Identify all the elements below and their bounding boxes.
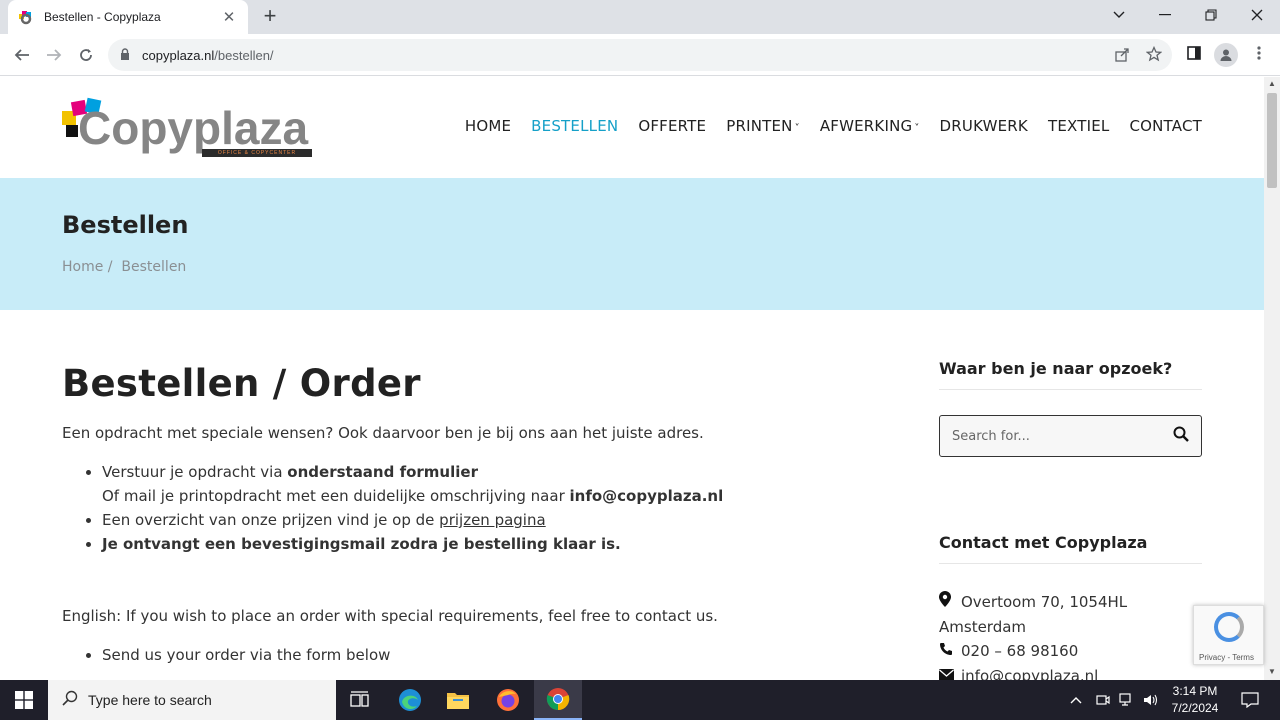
contact-email: info@copyplaza.nl	[939, 664, 1202, 680]
clock-date: 7/2/2024	[1171, 701, 1219, 715]
intro-text: Een opdracht met speciale wensen? Ook da…	[62, 424, 704, 442]
main-navigation: HOME BESTELLEN OFFERTE PRINTEN ˅ AFWERKIN…	[465, 117, 1202, 135]
logo-tagline: OFFICE & COPYCENTER	[202, 149, 312, 157]
search-box	[939, 415, 1202, 457]
browser-tab-strip: Bestellen - Copyplaza ✕ +	[0, 0, 1280, 34]
meet-now-icon[interactable]	[1096, 680, 1110, 720]
recaptcha-logo-icon	[1214, 612, 1244, 642]
url-text: copyplaza.nl/bestellen/	[142, 47, 274, 63]
breadcrumb-home-link[interactable]: Home	[62, 259, 103, 275]
close-tab-icon[interactable]: ✕	[220, 8, 238, 26]
nav-bestellen[interactable]: BESTELLEN	[531, 117, 618, 135]
tab-title: Bestellen - Copyplaza	[44, 10, 161, 24]
close-window-icon[interactable]	[1234, 0, 1280, 30]
scroll-down-arrow-icon[interactable]: ▼	[1268, 667, 1276, 676]
volume-icon[interactable]	[1143, 680, 1159, 720]
list-item: Verstuur je opdracht via onderstaand for…	[102, 460, 822, 508]
new-tab-button[interactable]: +	[258, 5, 282, 29]
search-icon	[62, 690, 78, 711]
reload-icon[interactable]	[72, 41, 100, 69]
list-item: Je ontvangt een bevestigingsmail zodra j…	[102, 532, 822, 556]
browser-tab[interactable]: Bestellen - Copyplaza ✕	[8, 0, 248, 34]
minimize-icon[interactable]	[1142, 0, 1188, 30]
firefox-icon[interactable]	[484, 680, 532, 720]
content-heading: Bestellen / Order	[62, 362, 421, 405]
side-panel-icon[interactable]	[1183, 45, 1205, 67]
windows-start-icon[interactable]	[0, 680, 48, 720]
recaptcha-terms[interactable]: Privacy - Terms	[1199, 653, 1254, 662]
taskbar-search-box[interactable]: Type here to search	[48, 680, 336, 720]
nav-drukwerk[interactable]: DRUKWERK	[940, 117, 1028, 135]
map-marker-icon	[939, 591, 961, 615]
restore-icon[interactable]	[1188, 0, 1234, 30]
scroll-up-arrow-icon[interactable]: ▲	[1268, 79, 1276, 88]
task-view-icon[interactable]	[336, 680, 384, 720]
breadcrumb-separator: /	[107, 259, 113, 275]
profile-avatar-icon[interactable]	[1214, 43, 1238, 67]
prices-page-link[interactable]: prijzen pagina	[439, 511, 546, 529]
phone-icon	[939, 640, 961, 664]
file-explorer-icon[interactable]	[434, 680, 482, 720]
edge-browser-icon[interactable]	[386, 680, 434, 720]
breadcrumb: Home / Bestellen	[62, 259, 186, 275]
contact-widget-heading: Contact met Copyplaza	[939, 533, 1202, 564]
nav-contact[interactable]: CONTACT	[1129, 117, 1202, 135]
nav-afwerking[interactable]: AFWERKING ˅	[820, 117, 920, 135]
nav-home[interactable]: HOME	[465, 117, 511, 135]
lock-icon	[120, 47, 130, 63]
tab-search-icon[interactable]	[1096, 0, 1142, 30]
chevron-down-icon: ˅	[794, 123, 800, 134]
dutch-instructions-list: Verstuur je opdracht via onderstaand for…	[102, 460, 822, 556]
list-item: Send us your order via the form below	[102, 643, 822, 667]
contact-address: Overtoom 70, 1054HL Amsterdam	[939, 591, 1128, 636]
web-page: Copyplaza OFFICE & COPYCENTER HOME BESTE…	[0, 77, 1264, 680]
windows-taskbar: Type here to search 3:14 PM 7/2/2024	[0, 680, 1280, 720]
chrome-icon[interactable]	[534, 680, 582, 720]
forward-arrow-icon[interactable]	[40, 41, 68, 69]
scrollbar-thumb[interactable]	[1267, 93, 1277, 188]
clock-time: 3:14 PM	[1172, 684, 1218, 698]
bookmark-star-icon[interactable]	[1145, 45, 1163, 64]
email-link[interactable]: info@copyplaza.nl	[570, 487, 724, 505]
address-bar[interactable]: copyplaza.nl/bestellen/	[108, 39, 1172, 71]
show-hidden-icons-icon[interactable]	[1070, 680, 1082, 720]
envelope-icon	[939, 665, 961, 680]
breadcrumb-current: Bestellen	[121, 259, 187, 275]
nav-offerte[interactable]: OFFERTE	[638, 117, 706, 135]
nav-textiel[interactable]: TEXTIEL	[1048, 117, 1109, 135]
browser-toolbar: copyplaza.nl/bestellen/	[0, 34, 1280, 76]
contact-phone: 020 – 68 98160	[939, 639, 1202, 664]
sidebar: Waar ben je naar opzoek? Contact met Cop…	[939, 359, 1202, 680]
taskbar-clock[interactable]: 3:14 PM 7/2/2024	[1166, 683, 1224, 717]
copyplaza-favicon-icon	[18, 9, 34, 25]
main-content: Bestellen / Order Een opdracht met speci…	[62, 362, 822, 680]
page-scrollbar[interactable]: ▲ ▼	[1264, 77, 1280, 680]
copyplaza-logo[interactable]: Copyplaza OFFICE & COPYCENTER	[62, 97, 314, 159]
search-icon[interactable]	[1173, 426, 1189, 446]
nav-printen[interactable]: PRINTEN ˅	[726, 117, 800, 135]
chevron-down-icon: ˅	[914, 123, 920, 134]
back-arrow-icon[interactable]	[8, 41, 36, 69]
english-intro-text: English: If you wish to place an order w…	[62, 607, 718, 625]
page-hero: Bestellen Home / Bestellen	[0, 178, 1264, 310]
list-item: Een overzicht van onze prijzen vind je o…	[102, 508, 822, 532]
page-title: Bestellen	[62, 211, 189, 239]
english-instructions-list: Send us your order via the form below	[102, 643, 822, 667]
logo-wordmark: Copyplaza	[78, 102, 309, 154]
taskbar-search-placeholder: Type here to search	[88, 692, 212, 708]
network-icon[interactable]	[1119, 680, 1135, 720]
notification-icon[interactable]	[1230, 680, 1270, 720]
search-widget-heading: Waar ben je naar opzoek?	[939, 359, 1202, 390]
chrome-menu-icon[interactable]	[1248, 45, 1270, 67]
share-icon[interactable]	[1113, 46, 1131, 64]
search-input[interactable]	[952, 428, 1173, 444]
recaptcha-badge[interactable]: Privacy - Terms	[1193, 605, 1264, 665]
